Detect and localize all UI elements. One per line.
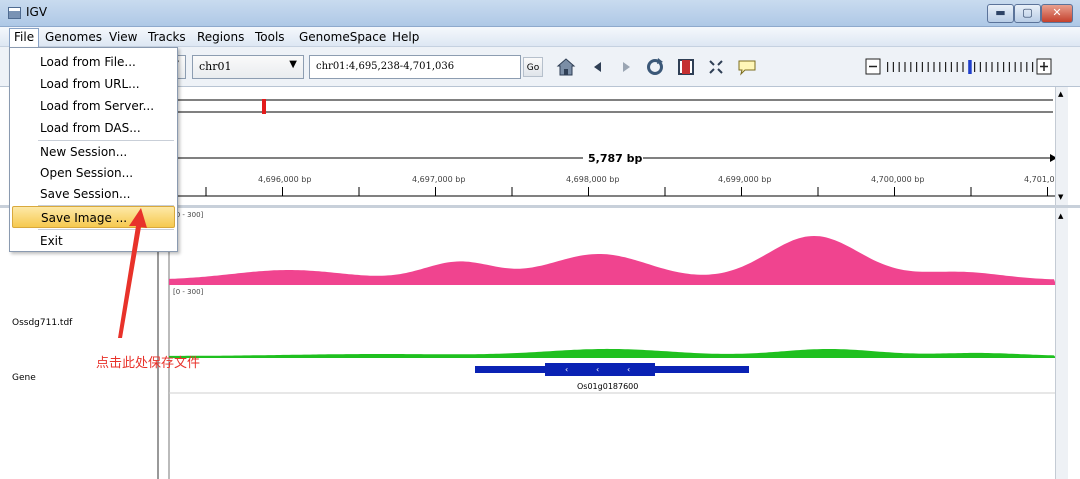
annotation-text: 点击此处保存文件 [96,356,201,371]
annotation-arrow [118,208,147,338]
